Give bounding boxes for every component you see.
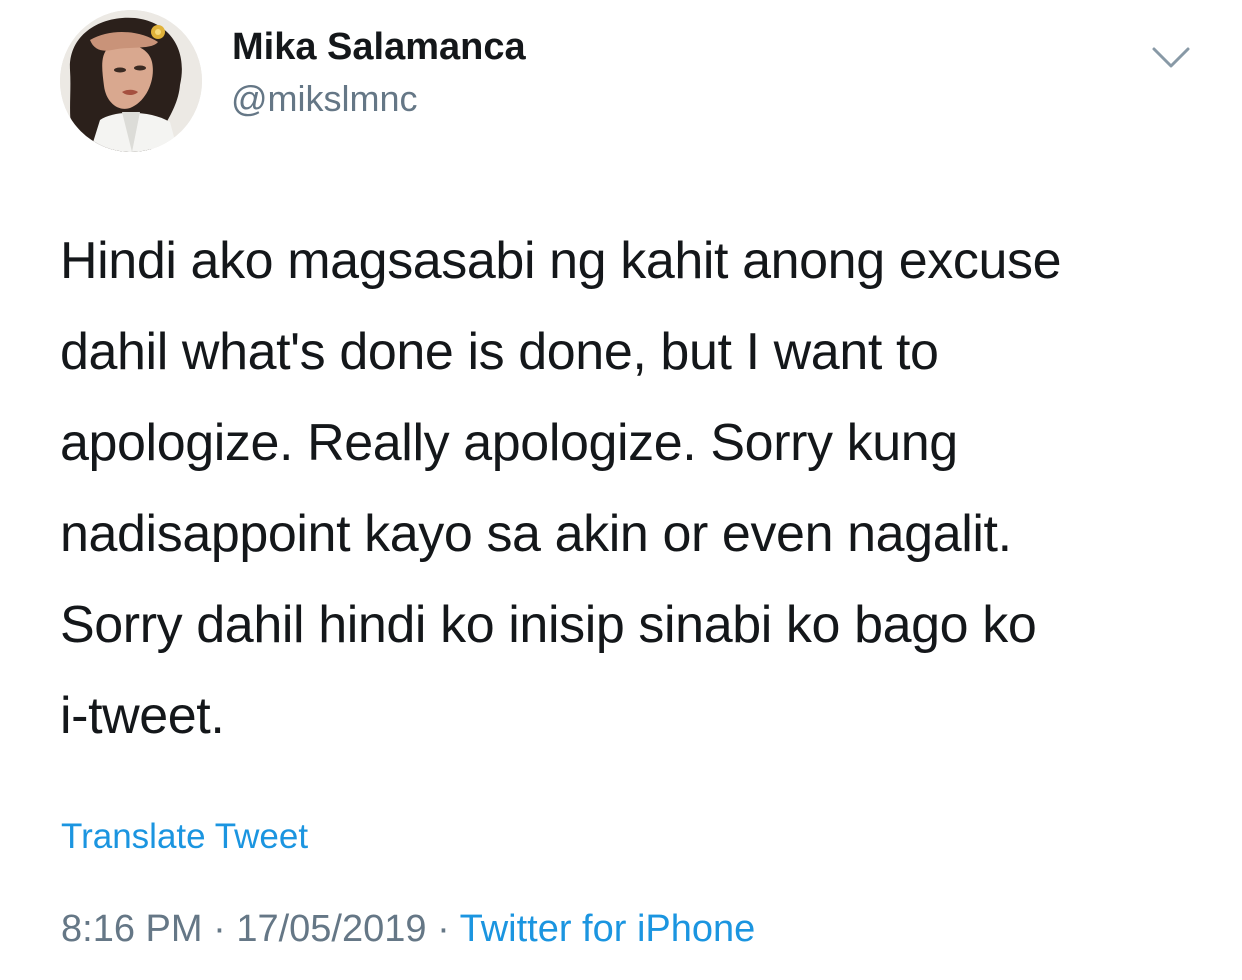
tweet-text-line: i-tweet.: [60, 687, 225, 745]
chevron-down-icon[interactable]: [1150, 40, 1192, 74]
tweet-text-line: Hindi ako magsasabi ng kahit anong excus…: [60, 232, 1062, 290]
translate-tweet-link[interactable]: Translate Tweet: [61, 817, 308, 857]
author-display-name[interactable]: Mika Salamanca: [232, 26, 526, 69]
tweet-text-line: Sorry dahil hindi ko inisip sinabi ko ba…: [60, 596, 1037, 654]
tweet-text-line: dahil what's done is done, but I want to: [60, 323, 939, 381]
tweet-date[interactable]: 17/05/2019: [236, 908, 426, 950]
tweet-text-line: apologize. Really apologize. Sorry kung: [60, 414, 958, 472]
tweet-text: Hindi ako magsasabi ng kahit anong excus…: [60, 216, 1210, 762]
tweet-source-link[interactable]: Twitter for iPhone: [460, 908, 756, 950]
tweet-time[interactable]: 8:16 PM: [61, 908, 203, 950]
tweet-metadata: 8:16 PM · 17/05/2019 · Twitter for iPhon…: [61, 908, 755, 951]
author-handle[interactable]: @mikslmnc: [231, 78, 418, 120]
avatar[interactable]: [60, 10, 202, 152]
avatar-photo: [60, 10, 202, 152]
meta-separator: ·: [437, 908, 450, 950]
tweet-text-line: nadisappoint kayo sa akin or even nagali…: [60, 505, 1012, 563]
meta-separator: ·: [213, 908, 226, 950]
